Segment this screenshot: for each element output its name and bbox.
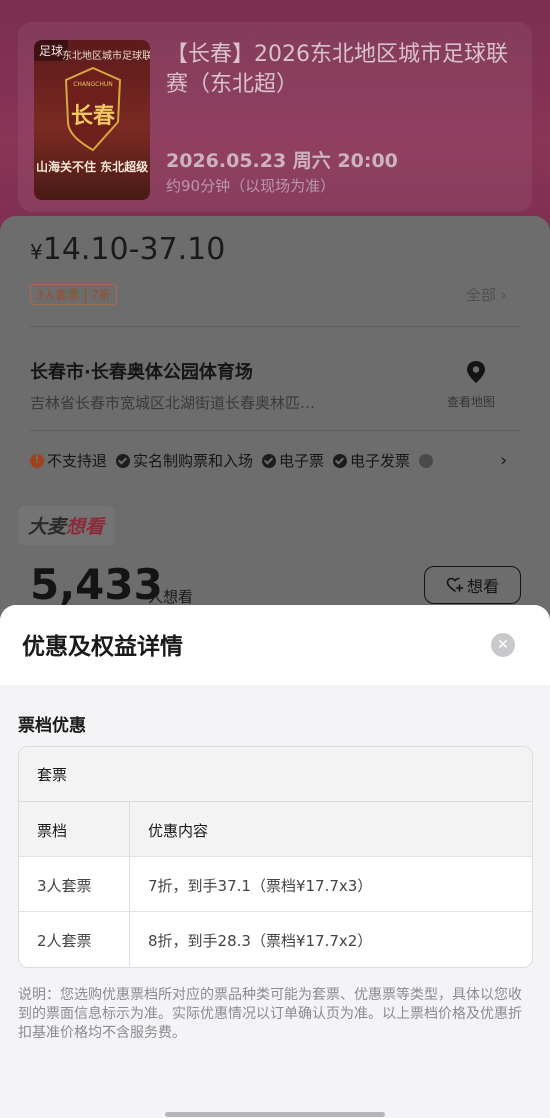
modal-header: 优惠及权益详情 ✕ bbox=[0, 605, 550, 685]
policy-label: 不支持退 bbox=[47, 452, 108, 470]
table-row: 3人套票 7折，到手37.1（票档¥17.7x3） bbox=[19, 857, 532, 912]
view-map-link[interactable]: 查看地图 bbox=[447, 393, 495, 410]
policy-label: 实名制购票和入场 bbox=[133, 452, 254, 470]
price-range: ¥14.10-37.10 bbox=[30, 232, 225, 267]
check-icon bbox=[262, 453, 277, 468]
damai-want-logo: 大麦想看 bbox=[18, 506, 115, 545]
policy-label: 电子票 bbox=[279, 452, 325, 470]
section-title: 票档优惠 bbox=[18, 716, 86, 736]
club-crest-icon: CHANGCHUN 长春 bbox=[62, 66, 124, 152]
home-indicator[interactable] bbox=[165, 1112, 385, 1117]
poster-crest-text: 长春 bbox=[70, 104, 115, 129]
policy-real-name: 实名制购票和入场 bbox=[116, 450, 253, 471]
tier-name: 3人套票 bbox=[37, 877, 92, 895]
offer-detail: 8折，到手28.3（票档¥17.7x2） bbox=[148, 932, 373, 950]
table-row: 2人套票 8折，到手28.3（票档¥17.7x2） bbox=[19, 912, 532, 967]
column-header-offer: 优惠内容 bbox=[148, 822, 209, 840]
divider bbox=[30, 430, 520, 431]
venue-name[interactable]: 长春市·长春奥体公园体育场 bbox=[30, 358, 253, 384]
promo-badge[interactable]: 3人套票 | 7折 bbox=[30, 284, 117, 305]
poster-slogan: 山海关不住 东北超级 bbox=[36, 160, 149, 174]
want-to-see-button[interactable]: 想看 bbox=[424, 566, 521, 604]
offers-modal: 优惠及权益详情 ✕ 票档优惠 套票 票档 优惠内容 3人套票 7折，到手37.1… bbox=[0, 605, 550, 1118]
check-icon bbox=[333, 453, 348, 468]
event-duration: 约90分钟（以现场为准） bbox=[166, 177, 336, 195]
want-button-label: 想看 bbox=[466, 577, 499, 596]
check-icon bbox=[116, 453, 131, 468]
table-header-cell: 票档 bbox=[19, 802, 130, 857]
event-poster[interactable]: 足球 东北地区城市足球联赛 CHANGCHUN 长春 山海关不住 东北超级 bbox=[34, 40, 150, 200]
tier-name: 2人套票 bbox=[37, 932, 92, 950]
policy-no-refund: 不支持退 bbox=[30, 450, 107, 471]
column-header-tier: 票档 bbox=[37, 822, 68, 840]
event-datetime: 2026.05.23 周六 20:00 bbox=[166, 150, 398, 172]
divider bbox=[30, 326, 520, 327]
modal-title: 优惠及权益详情 bbox=[22, 634, 183, 660]
table-cell: 3人套票 bbox=[19, 857, 130, 912]
offer-detail: 7折，到手37.1（票档¥17.7x3） bbox=[148, 877, 373, 895]
svg-text:CHANGCHUN: CHANGCHUN bbox=[73, 81, 113, 88]
policy-e-invoice: 电子发票 bbox=[333, 450, 410, 471]
want-count-unit: 人想看 bbox=[148, 588, 194, 606]
heart-plus-icon bbox=[446, 577, 464, 592]
event-title: 【长春】2026东北地区城市足球联赛（东北超） bbox=[166, 42, 508, 97]
price-range-value: 14.10-37.10 bbox=[42, 232, 226, 267]
table-cell: 2人套票 bbox=[19, 912, 130, 967]
logo-sub-text: 想看 bbox=[66, 516, 105, 538]
package-header: 套票 bbox=[19, 747, 532, 802]
want-count: 5,433 bbox=[30, 560, 163, 609]
chevron-right-icon[interactable]: › bbox=[500, 450, 507, 471]
map-pin-icon[interactable] bbox=[466, 360, 486, 384]
policy-e-ticket: 电子票 bbox=[262, 450, 324, 471]
package-header-label: 套票 bbox=[37, 766, 68, 784]
policy-row[interactable]: 不支持退 实名制购票和入场 电子票 电子发票 bbox=[30, 450, 436, 471]
policy-label: 电子发票 bbox=[350, 452, 411, 470]
warning-icon bbox=[30, 453, 44, 468]
more-policy-icon bbox=[419, 453, 434, 468]
table-header-row: 票档 优惠内容 bbox=[19, 802, 532, 857]
discount-table: 套票 票档 优惠内容 3人套票 7折，到手37.1（票档¥17.7x3） 2人套… bbox=[18, 746, 533, 968]
venue-address[interactable]: 吉林省长春市宽城区北湖街道长春奥林匹… bbox=[30, 392, 315, 413]
logo-main-text: 大麦 bbox=[28, 516, 67, 538]
all-offers-link[interactable]: 全部 › bbox=[466, 284, 507, 305]
currency-symbol: ¥ bbox=[30, 240, 43, 264]
poster-league-text: 东北地区城市足球联赛 bbox=[62, 51, 150, 62]
disclaimer-note: 说明：您选购优惠票档所对应的票品种类可能为套票、优惠票等类型，具体以您收到的票面… bbox=[18, 987, 522, 1041]
close-icon[interactable]: ✕ bbox=[491, 633, 515, 657]
